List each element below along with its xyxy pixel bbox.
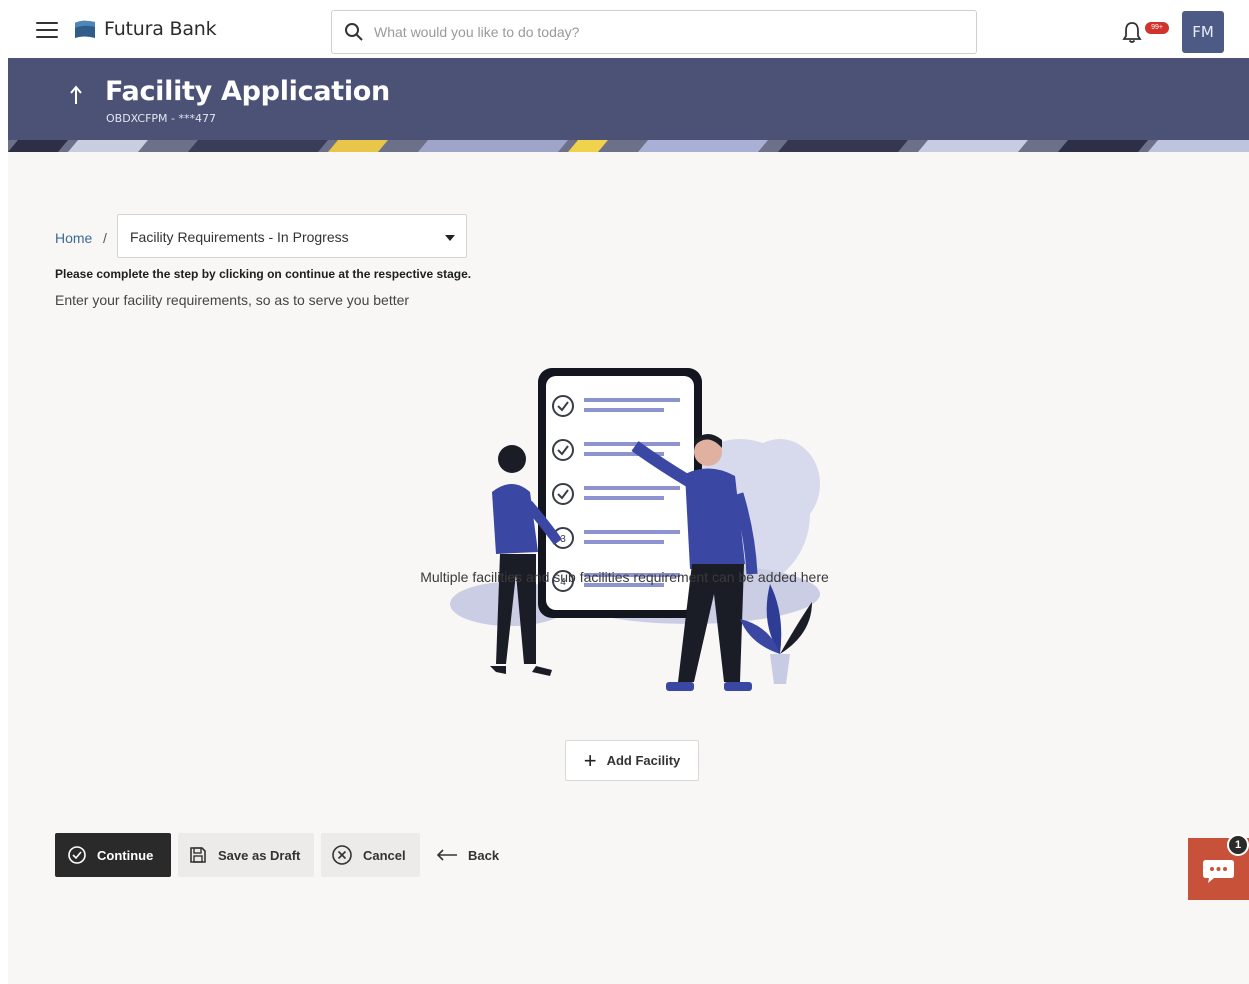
plus-icon: + bbox=[583, 747, 597, 773]
futura-logo-icon bbox=[75, 20, 95, 38]
arrow-left-icon bbox=[436, 849, 457, 861]
check-circle-icon bbox=[68, 846, 86, 864]
page-subtitle: OBDXCFPM - ***477 bbox=[106, 112, 216, 125]
brand-logo[interactable]: Futura Bank bbox=[74, 18, 217, 40]
continue-button[interactable]: Continue bbox=[55, 833, 171, 877]
save-icon bbox=[190, 847, 206, 863]
menu-icon[interactable] bbox=[36, 22, 58, 40]
top-bar: Futura Bank 99+ FM bbox=[0, 0, 1249, 58]
chat-badge: 1 bbox=[1227, 834, 1249, 856]
decorative-pattern bbox=[8, 140, 1249, 152]
user-avatar[interactable]: FM bbox=[1182, 11, 1224, 53]
caret-down-icon bbox=[445, 235, 455, 241]
search-icon bbox=[345, 23, 363, 41]
back-label: Back bbox=[468, 847, 500, 863]
search-input[interactable] bbox=[374, 24, 934, 40]
continue-label: Continue bbox=[97, 847, 154, 863]
add-facility-button[interactable]: + Add Facility bbox=[565, 740, 699, 781]
bell-icon[interactable] bbox=[1121, 20, 1143, 44]
search-bar[interactable] bbox=[331, 10, 977, 54]
cancel-label: Cancel bbox=[363, 847, 406, 863]
cancel-button[interactable]: Cancel bbox=[321, 833, 420, 877]
save-draft-label: Save as Draft bbox=[218, 847, 301, 863]
checklist-illustration: 3 4 bbox=[450, 368, 820, 691]
instruction-text: Please complete the step by clicking on … bbox=[55, 267, 472, 281]
save-draft-button[interactable]: Save as Draft bbox=[178, 833, 314, 877]
breadcrumb-home-link[interactable]: Home bbox=[55, 230, 92, 246]
add-facility-label: Add Facility bbox=[606, 753, 681, 768]
main-content: Home / Facility Requirements - In Progre… bbox=[8, 152, 1249, 984]
page-title: Facility Application bbox=[105, 76, 390, 107]
description-text: Enter your facility requirements, so as … bbox=[55, 292, 410, 308]
close-circle-icon bbox=[332, 845, 352, 865]
page-header-banner: Facility Application OBDXCFPM - ***477 bbox=[8, 58, 1249, 152]
facility-note-text: Multiple facilities and sub facilities r… bbox=[420, 569, 829, 585]
back-button[interactable]: Back bbox=[428, 833, 508, 877]
notification-badge: 99+ bbox=[1145, 22, 1169, 34]
brand-name: Futura Bank bbox=[104, 18, 217, 40]
stage-dropdown-value: Facility Requirements - In Progress bbox=[130, 229, 349, 245]
breadcrumb-separator: / bbox=[103, 230, 107, 246]
up-arrow-icon[interactable] bbox=[68, 84, 84, 106]
stage-dropdown[interactable]: Facility Requirements - In Progress bbox=[117, 214, 467, 258]
